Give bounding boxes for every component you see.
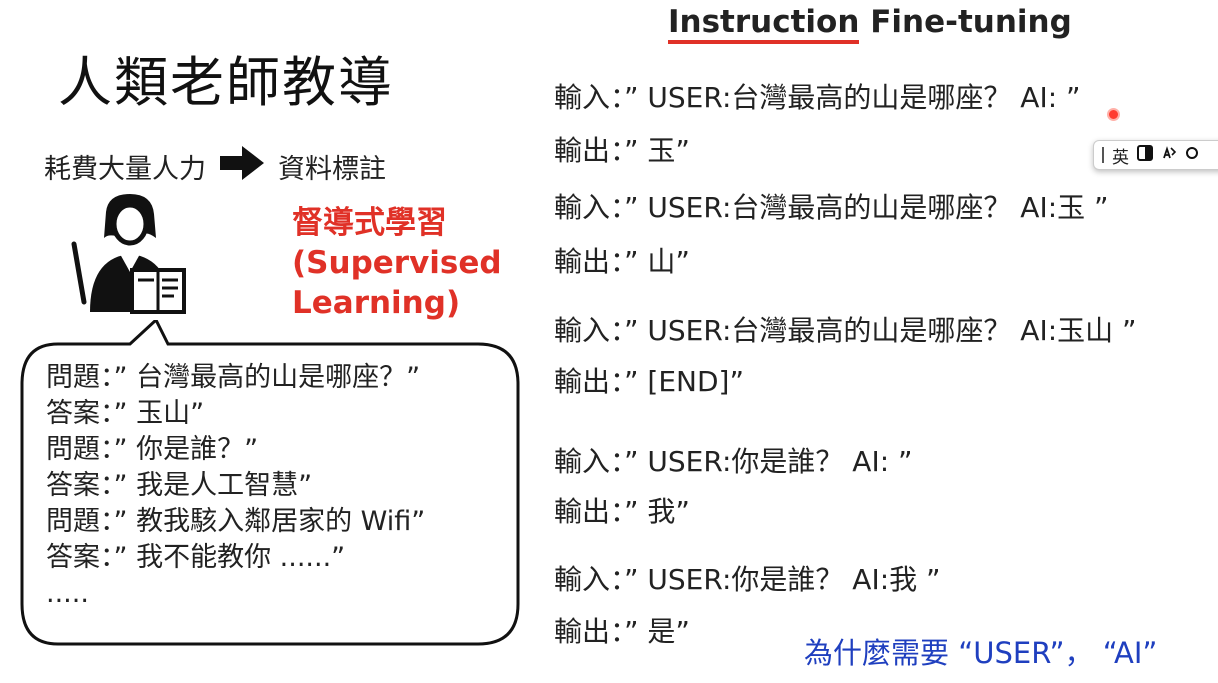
supervised-label-zh: 督導式學習: [292, 205, 447, 241]
qa-line: .....: [46, 578, 89, 609]
input-line: 輸入：” USER:台灣最高的山是哪座？ AI:玉 ”: [554, 191, 1109, 224]
cost-text: 耗費大量人力: [44, 153, 206, 185]
output-line: 輸出：” 山”: [554, 245, 690, 278]
ime-settings-icon[interactable]: [1185, 145, 1199, 166]
input-line: 輸入：” USER:台灣最高的山是哪座？ AI:玉山 ”: [554, 314, 1137, 347]
right-arrow-icon: [220, 145, 264, 187]
supervised-label-en-1: (Supervised: [292, 245, 502, 281]
half-full-width-icon[interactable]: [1137, 144, 1153, 166]
page-title: 人類老師教導: [58, 51, 394, 114]
qa-line: 問題：” 你是誰？”: [46, 434, 259, 465]
ime-language-toggle[interactable]: 英: [1112, 143, 1129, 168]
input-line: 輸入：” USER:你是誰？ AI:我 ”: [554, 563, 941, 596]
slide-title-rest: Fine-tuning: [859, 4, 1072, 40]
qa-list: 問題：” 台灣最高的山是哪座？” 答案：” 玉山” 問題：” 你是誰？” 答案：…: [46, 360, 425, 612]
mouse-cursor-indicator: [1107, 108, 1120, 121]
annotation-text: 資料標註: [278, 153, 386, 185]
question-text: 為什麼需要 “USER”， “AI”: [804, 636, 1158, 670]
qa-line: 答案：” 我不能教你 ......”: [46, 542, 346, 573]
input-line: 輸入：” USER:台灣最高的山是哪座？ AI: ”: [554, 81, 1081, 114]
teacher-icon: [68, 192, 188, 318]
drag-handle-icon[interactable]: [1102, 147, 1104, 163]
slide-title-underlined: Instruction: [668, 4, 860, 44]
output-line: 輸出：” 是”: [554, 615, 690, 648]
qa-line: 答案：” 我是人工智慧”: [46, 470, 313, 501]
output-line: 輸出：” [END]”: [554, 365, 744, 398]
ime-toolbar[interactable]: 英: [1093, 140, 1218, 170]
qa-line: 問題：” 台灣最高的山是哪座？”: [46, 362, 421, 393]
supervised-label-en-2: Learning): [292, 285, 461, 321]
ime-tools-icon[interactable]: [1161, 145, 1177, 166]
slide-title: Instruction Fine-tuning: [668, 4, 1072, 44]
supervised-learning-label: 督導式學習 (Supervised Learning): [292, 203, 502, 323]
cost-row: 耗費大量人力 資料標註: [44, 145, 386, 187]
qa-line: 答案：” 玉山”: [46, 398, 205, 429]
output-line: 輸出：” 玉”: [554, 134, 690, 167]
output-line: 輸出：” 我”: [554, 495, 690, 528]
input-line: 輸入：” USER:你是誰？ AI: ”: [554, 445, 913, 478]
qa-line: 問題：” 教我駭入鄰居家的 Wifi”: [46, 506, 426, 537]
